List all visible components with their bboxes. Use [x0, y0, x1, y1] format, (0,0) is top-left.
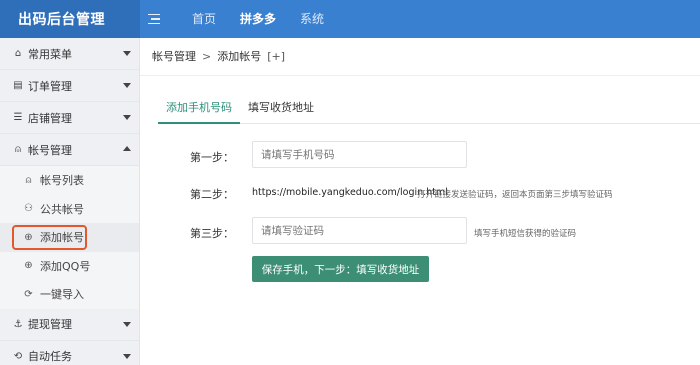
breadcrumb: 帐号管理 > 添加帐号 [+]	[140, 38, 700, 76]
sidebar-subitem-add-account[interactable]: ⊕ 添加帐号	[0, 223, 139, 252]
sidebar-item-shops[interactable]: ☰ 店铺管理	[0, 102, 139, 134]
sidebar-item-label: 常用菜单	[28, 47, 72, 61]
step1-label: 第一步：	[190, 151, 234, 164]
sidebar-subitem-label: 帐号列表	[40, 174, 84, 188]
tab-add-phone[interactable]: 添加手机号码	[158, 98, 240, 124]
users-icon: ⚇	[24, 203, 33, 215]
sidebar-item-auto-tasks[interactable]: ⟲ 自动任务	[0, 341, 139, 365]
sidebar-item-withdraw[interactable]: ⚓ 提现管理	[0, 309, 139, 341]
nav-pinduoduo[interactable]: 拼多多	[228, 0, 288, 38]
breadcrumb-separator: >	[202, 50, 212, 63]
step2-hint: 打开链接发送验证码，返回本页面第三步填写验证码	[417, 190, 613, 200]
phone-input[interactable]	[252, 141, 467, 168]
list-icon: ☰	[13, 112, 23, 123]
top-nav: 首页 拼多多 系统	[180, 0, 336, 38]
breadcrumb-parent[interactable]: 帐号管理	[152, 50, 196, 63]
sidebar-subitem-label: 添加QQ号	[40, 259, 91, 273]
anchor-icon: ⚓	[13, 318, 23, 330]
sidebar-item-label: 帐号管理	[28, 143, 72, 157]
import-icon: ⟳	[24, 288, 33, 300]
sidebar-item-label: 订单管理	[28, 79, 72, 93]
breadcrumb-current: 添加帐号	[217, 50, 262, 63]
sidebar-subitem-account-list[interactable]: ⍝ 帐号列表	[0, 166, 139, 195]
form-tabs: 添加手机号码 填写收货地址	[158, 98, 700, 124]
app-title: 出码后台管理	[0, 0, 140, 38]
highlight-box	[12, 225, 87, 250]
sidebar-subitem-add-qq[interactable]: ⊕ 添加QQ号	[0, 251, 139, 280]
sidebar: ⌂ 常用菜单 ▤ 订单管理 ☰ 店铺管理 ⍝ 帐号管理 ⍝ 帐号列表 ⚇ 公共帐…	[0, 38, 140, 365]
chevron-up-icon	[123, 146, 131, 151]
sidebar-item-label: 自动任务	[28, 350, 72, 363]
sidebar-subitem-import[interactable]: ⟳ 一键导入	[0, 280, 139, 309]
step3-hint: 填写手机短信获得的验证码	[474, 229, 577, 239]
breadcrumb-add-tab[interactable]: [+]	[267, 50, 285, 63]
sidebar-item-orders[interactable]: ▤ 订单管理	[0, 70, 139, 102]
nav-home[interactable]: 首页	[180, 0, 228, 38]
order-icon: ▤	[13, 80, 23, 91]
chevron-down-icon	[123, 321, 131, 327]
chevron-down-icon	[123, 51, 131, 56]
sidebar-subitem-label: 公共帐号	[40, 202, 84, 216]
chevron-down-icon	[123, 353, 131, 359]
verification-code-input[interactable]	[252, 217, 467, 244]
user-icon: ⍝	[15, 144, 21, 155]
home-icon: ⌂	[14, 48, 22, 59]
sidebar-subitem-public-accounts[interactable]: ⚇ 公共帐号	[0, 194, 139, 223]
user-icon: ⍝	[25, 174, 32, 186]
sidebar-item-label: 店铺管理	[28, 111, 72, 125]
main-content: 帐号管理>添加帐号[+] 添加手机号码 填写收货地址 第一步： 第二步： htt…	[140, 38, 700, 365]
top-bar: 出码后台管理 首页 拼多多 系统	[0, 0, 700, 38]
chevron-down-icon	[123, 83, 131, 88]
menu-toggle-icon[interactable]	[148, 0, 170, 38]
tab-address[interactable]: 填写收货地址	[240, 98, 322, 124]
step2-label: 第二步：	[190, 188, 234, 201]
step3-label: 第三步：	[190, 227, 234, 240]
plus-circle-icon: ⊕	[24, 260, 33, 272]
chevron-down-icon	[123, 115, 131, 120]
sidebar-item-common-menu[interactable]: ⌂ 常用菜单	[0, 38, 139, 70]
sidebar-subitem-label: 一键导入	[40, 288, 84, 302]
sidebar-item-label: 提现管理	[28, 318, 72, 331]
nav-system[interactable]: 系统	[288, 0, 336, 38]
save-phone-next-button[interactable]: 保存手机，下一步：填写收货地址	[252, 256, 429, 282]
sync-icon: ⟲	[13, 350, 23, 362]
sidebar-item-accounts[interactable]: ⍝ 帐号管理	[0, 134, 139, 166]
